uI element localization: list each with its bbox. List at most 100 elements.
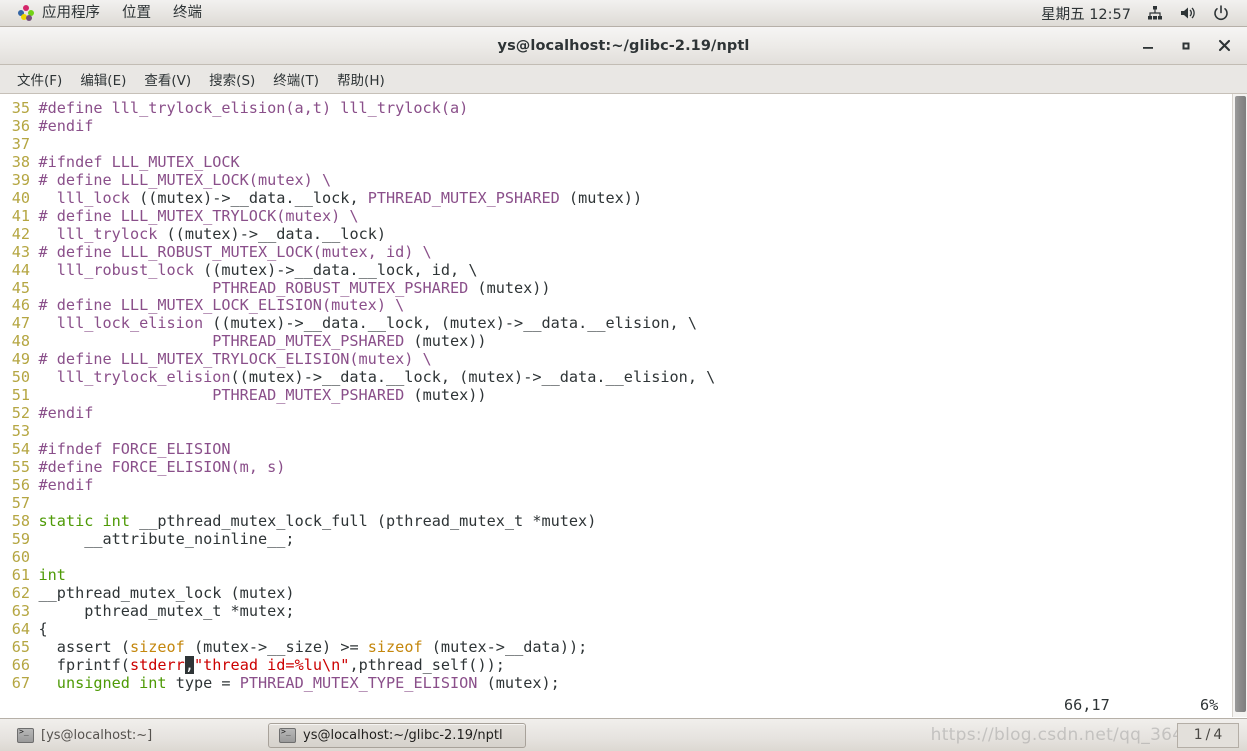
line-number: 52 <box>11 404 30 423</box>
close-button[interactable] <box>1215 37 1233 55</box>
network-icon[interactable] <box>1139 5 1171 21</box>
line-number: 50 <box>11 368 30 387</box>
menu-applications[interactable]: 应用程序 <box>7 0 111 26</box>
taskbar-item-0-label: [ys@localhost:~] <box>41 727 153 743</box>
line-number: 39 <box>11 170 30 189</box>
code-line: 61 int <box>0 566 1232 585</box>
code-line: 37 <box>0 135 1232 154</box>
code-line: 47 lll_lock_elision ((mutex)->__data.__l… <box>0 314 1232 333</box>
gnome-top-panel: 应用程序 位置 终端 星期五 12:57 <box>0 0 1247 27</box>
code-line: 52 #endif <box>0 404 1232 423</box>
code-line: 66 fprintf(stderr,"thread id=%lu\n",pthr… <box>0 655 1232 675</box>
line-number: 45 <box>11 278 30 297</box>
code-line: 58 static int __pthread_mutex_lock_full (… <box>0 511 1232 531</box>
window-title: ys@localhost:~/glibc-2.19/nptl <box>497 37 750 54</box>
power-icon[interactable] <box>1205 5 1237 21</box>
line-number: 40 <box>11 188 30 207</box>
code-line: 48 PTHREAD_MUTEX_PSHARED (mutex)) <box>0 332 1232 351</box>
taskbar-item-0[interactable]: [ys@localhost:~] <box>6 723 264 748</box>
line-number: 51 <box>11 386 30 405</box>
terminal-window: ys@localhost:~/glibc-2.19/nptl 文件(F) 编辑(… <box>0 27 1247 718</box>
code-line: 38 #ifndef LLL_MUTEX_LOCK <box>0 152 1232 172</box>
taskbar-item-1[interactable]: ys@localhost:~/glibc-2.19/nptl <box>268 722 526 748</box>
cursor-position: 66,17 <box>1064 696 1110 714</box>
clock[interactable]: 星期五 12:57 <box>1033 3 1139 24</box>
menu-terminal[interactable]: 终端 <box>162 0 213 26</box>
workspace-switcher[interactable]: 1 / 4 <box>1177 722 1239 748</box>
code-line: 64{ <box>0 619 1232 639</box>
minimize-button[interactable] <box>1139 37 1157 55</box>
menu-search[interactable]: 搜索(S) <box>200 66 264 92</box>
menu-applications-label: 应用程序 <box>42 5 100 21</box>
code-line: 59 __attribute_noinline__; <box>0 530 1232 549</box>
vim-statusline: 66,17 6% <box>0 696 1232 714</box>
bottom-taskbar: [ys@localhost:~] ys@localhost:~/glibc-2.… <box>0 718 1247 751</box>
menu-help[interactable]: 帮助(H) <box>328 66 394 92</box>
workspace-separator: / <box>1205 727 1211 743</box>
workspace-total: 4 <box>1213 727 1223 743</box>
menu-file[interactable]: 文件(F) <box>8 66 71 92</box>
line-number: 38 <box>11 152 30 171</box>
line-number: 43 <box>11 242 30 261</box>
terminal-body[interactable]: 35 #define lll_trylock_elision(a,t) lll_t… <box>0 94 1247 717</box>
code-line: 46 # define LLL_MUTEX_LOCK_ELISION(mutex)… <box>0 297 1232 315</box>
workspace-current: 1 <box>1193 727 1203 743</box>
code-line: 50 lll_trylock_elision((mutex)->__data._… <box>0 368 1232 387</box>
code-line: 35 #define lll_trylock_elision(a,t) lll_t… <box>0 99 1232 118</box>
terminal-scrollbar-thumb[interactable] <box>1235 96 1246 712</box>
window-controls <box>1139 37 1247 55</box>
screen: 应用程序 位置 终端 星期五 12:57 ys@localhost:~/glib… <box>0 0 1247 751</box>
code-line: 44 lll_robust_lock ((mutex)->__data.__lo… <box>0 261 1232 280</box>
window-titlebar[interactable]: ys@localhost:~/glibc-2.19/nptl <box>0 27 1247 65</box>
terminal-icon <box>279 727 296 743</box>
menu-terminal[interactable]: 终端(T) <box>264 66 328 92</box>
code-line: 56 #endif <box>0 476 1232 495</box>
code-line: 40 lll_lock ((mutex)->__data.__lock, PTH… <box>0 188 1232 208</box>
line-number: 41 <box>11 206 30 225</box>
maximize-button[interactable] <box>1177 37 1195 55</box>
code-line: 63 pthread_mutex_t *mutex; <box>0 601 1232 621</box>
code-line: 36 #endif <box>0 116 1232 136</box>
line-number: 64 <box>11 619 30 638</box>
line-number: 58 <box>11 511 30 530</box>
line-number: 55 <box>11 458 30 477</box>
taskbar-item-1-label: ys@localhost:~/glibc-2.19/nptl <box>303 727 503 743</box>
code-line: 45 PTHREAD_ROBUST_MUTEX_PSHARED (mutex)) <box>0 278 1232 298</box>
code-line: 49 # define LLL_MUTEX_TRYLOCK_ELISION(mut… <box>0 350 1232 369</box>
line-number: 49 <box>11 350 30 369</box>
line-number: 42 <box>11 224 30 243</box>
code-line: 51 PTHREAD_MUTEX_PSHARED (mutex)) <box>0 386 1232 405</box>
line-number: 46 <box>11 296 30 315</box>
line-number: 57 <box>11 493 30 512</box>
terminal-scrollbar[interactable] <box>1232 94 1247 717</box>
line-number: 53 <box>11 422 30 441</box>
line-number: 63 <box>11 601 30 620</box>
line-number: 60 <box>11 547 30 566</box>
line-number: 36 <box>11 116 30 135</box>
line-number: 54 <box>11 440 30 459</box>
code-line: 42 lll_trylock ((mutex)->__data.__lock) <box>0 224 1232 244</box>
menu-view[interactable]: 查看(V) <box>135 66 200 92</box>
line-number: 56 <box>11 476 30 495</box>
panel-menus: 应用程序 位置 终端 <box>0 0 213 26</box>
code-line: 53 <box>0 422 1232 441</box>
line-number: 35 <box>11 99 30 117</box>
code-line: 39 # define LLL_MUTEX_LOCK(mutex) \ <box>0 170 1232 190</box>
code-line: 41 # define LLL_MUTEX_TRYLOCK(mutex) \ <box>0 206 1232 226</box>
code-line: 67 unsigned int type = PTHREAD_MUTEX_TYP… <box>0 673 1232 693</box>
line-number: 67 <box>11 673 30 692</box>
code-line: 65 assert (sizeof (mutex->__size) >= siz… <box>0 637 1232 657</box>
terminal-icon <box>17 727 34 743</box>
code-line: 60 <box>0 547 1232 567</box>
vim-text-buffer[interactable]: 35 #define lll_trylock_elision(a,t) lll_t… <box>0 94 1232 717</box>
menu-edit[interactable]: 编辑(E) <box>71 66 135 92</box>
volume-icon[interactable] <box>1171 5 1205 21</box>
applications-logo-icon <box>18 5 34 21</box>
code-line: 62 __pthread_mutex_lock (mutex) <box>0 584 1232 603</box>
code-line: 43 # define LLL_ROBUST_MUTEX_LOCK(mutex, … <box>0 242 1232 262</box>
menu-places[interactable]: 位置 <box>111 0 162 26</box>
code-line: 55 #define FORCE_ELISION(m, s) <box>0 458 1232 477</box>
line-number: 65 <box>11 637 30 656</box>
scroll-percent: 6% <box>1200 696 1219 714</box>
code-line: 57 <box>0 493 1232 513</box>
